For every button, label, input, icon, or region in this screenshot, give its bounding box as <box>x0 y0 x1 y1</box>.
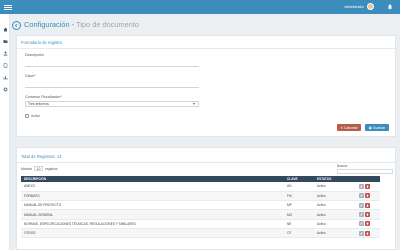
actions-cell <box>356 200 380 211</box>
table-row: NORMAS, ESPECIFICACIONES TÉCNICAS, REGUL… <box>21 219 380 230</box>
edit-icon[interactable] <box>359 193 364 199</box>
descripcion-cell: FORMATO <box>21 191 284 202</box>
edit-icon[interactable] <box>359 183 364 189</box>
menu-icon[interactable] <box>4 4 12 10</box>
estatus-cell: Activo <box>314 200 356 211</box>
clave-cell: AN <box>284 182 314 192</box>
cancel-button-label: Cancelar <box>344 125 358 130</box>
clave-cell: NE <box>284 219 314 230</box>
top-navbar: Administrador <box>0 0 400 14</box>
back-arrow-icon[interactable] <box>12 21 21 30</box>
table-row: MANUAL DE PROYECTO MP Activo <box>21 200 380 211</box>
registration-form-card: Formulario de registro Descripción Clave… <box>16 35 397 137</box>
document-icon[interactable] <box>2 62 8 68</box>
descripcion-cell: MANUAL GENERAL <box>21 209 284 220</box>
page-length-select[interactable]: 10 <box>33 166 44 171</box>
list-divider <box>17 162 397 163</box>
page-subtitle: Tipo de documento <box>76 20 140 29</box>
delete-icon[interactable] <box>365 202 370 208</box>
descripcion-cell: MANUAL DE PROYECTO <box>21 200 284 211</box>
search-label: Buscar: <box>337 164 348 168</box>
clave-cell: FM <box>284 191 314 202</box>
chevron-down-icon <box>192 102 196 107</box>
clave-label: Clave* <box>25 74 36 78</box>
user-avatar <box>367 3 374 10</box>
clave-input[interactable] <box>25 82 199 88</box>
user-menu[interactable]: Administrador <box>344 3 374 10</box>
home-icon[interactable] <box>2 26 8 32</box>
user-name: Administrador <box>344 4 364 9</box>
edit-icon[interactable] <box>359 202 364 208</box>
estatus-cell: Activo <box>314 182 356 192</box>
settings-icon[interactable] <box>2 86 8 92</box>
page-length-control: Mostrar 10 registros <box>21 166 58 171</box>
show-prefix: Mostrar <box>21 166 32 171</box>
sidebar <box>0 14 10 250</box>
descripcion-cell: OTROS <box>21 228 284 239</box>
records-list-card: Total de Registros: 13 Mostrar 10 regist… <box>16 147 397 250</box>
estatus-cell: Activo <box>314 191 356 202</box>
check-icon: ✓ <box>25 113 29 118</box>
page-title: Configuración - Tipo de documento <box>24 20 139 29</box>
cancel-button[interactable]: ✕ Cancelar <box>337 124 361 131</box>
delete-icon[interactable] <box>365 212 370 218</box>
edit-icon[interactable] <box>359 221 364 227</box>
delete-icon[interactable] <box>365 230 370 236</box>
chart-icon[interactable] <box>2 74 8 80</box>
total-records: Total de Registros: 13 <box>21 154 62 159</box>
clave-cell: MP <box>284 200 314 211</box>
table-row: FORMATO FM Activo <box>21 191 380 202</box>
delete-icon[interactable] <box>365 221 370 227</box>
convenio-label: Convenio Fiscalizador* <box>25 95 62 99</box>
descripcion-input[interactable] <box>25 61 199 67</box>
table-row: MANUAL GENERAL MG Activo <box>21 209 380 220</box>
estatus-cell: Activo <box>314 209 356 220</box>
actions-cell <box>356 191 380 202</box>
estatus-cell: Activo <box>314 228 356 239</box>
estatus-cell: Activo <box>314 219 356 230</box>
convenio-selected: Tres entornos <box>28 102 49 106</box>
descripcion-label: Descripción <box>25 53 44 57</box>
save-button[interactable]: ▣ Guardar <box>365 124 389 131</box>
delete-icon[interactable] <box>365 183 370 189</box>
form-divider <box>17 48 397 49</box>
folder-icon[interactable] <box>2 38 8 44</box>
save-icon: ▣ <box>368 125 372 130</box>
page-title-main: Configuración <box>24 20 70 29</box>
form-heading: Formulario de registro <box>21 40 62 45</box>
cancel-icon: ✕ <box>340 125 344 130</box>
activo-label: Activo <box>31 114 41 118</box>
descripcion-cell: ANEXO <box>21 182 284 192</box>
descripcion-cell: NORMAS, ESPECIFICACIONES TÉCNICAS, REGUL… <box>21 219 284 230</box>
search-input[interactable] <box>337 169 393 174</box>
actions-cell <box>356 209 380 220</box>
edit-icon[interactable] <box>359 230 364 236</box>
users-icon[interactable] <box>2 50 8 56</box>
clave-cell: OT <box>284 228 314 239</box>
actions-cell <box>356 182 380 192</box>
bell-icon[interactable] <box>386 3 394 11</box>
table-row: ANEXO AN Activo <box>21 182 380 192</box>
save-button-label: Guardar <box>372 125 386 130</box>
show-suffix: registros <box>45 166 58 171</box>
delete-icon[interactable] <box>365 193 370 199</box>
activo-checkbox[interactable]: ✓ Activo <box>25 114 40 118</box>
actions-cell <box>356 228 380 239</box>
table-row: OTROS OT Activo <box>21 228 380 239</box>
records-table: DESCRIPCIÓN CLAVE ESTATUS ANEXO AN Activ… <box>21 176 380 239</box>
actions-cell <box>356 219 380 230</box>
edit-icon[interactable] <box>359 212 364 218</box>
clave-cell: MG <box>284 209 314 220</box>
convenio-select[interactable]: Tres entornos <box>25 101 199 107</box>
